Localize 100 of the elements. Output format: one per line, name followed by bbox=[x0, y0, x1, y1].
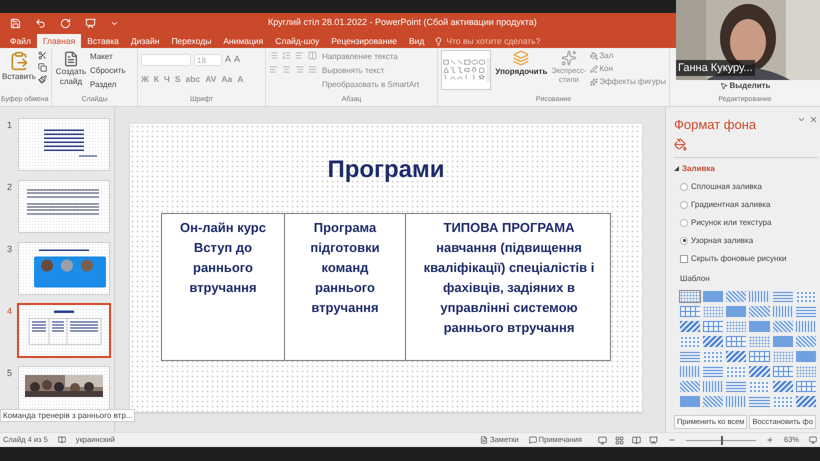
pattern-swatch[interactable] bbox=[772, 380, 793, 392]
slide-thumbnail[interactable] bbox=[19, 119, 109, 170]
radio-button[interactable] bbox=[680, 236, 688, 244]
pattern-swatch[interactable] bbox=[749, 290, 770, 302]
checkbox[interactable] bbox=[680, 254, 688, 262]
font-size-step-button[interactable]: A bbox=[225, 53, 232, 66]
pattern-swatch[interactable] bbox=[772, 290, 793, 302]
format-button[interactable]: Aa bbox=[221, 72, 232, 86]
format-button[interactable]: abc bbox=[186, 72, 200, 86]
paint-bucket-icon[interactable] bbox=[674, 138, 687, 150]
pattern-swatch[interactable] bbox=[796, 336, 816, 346]
pattern-swatch[interactable] bbox=[772, 366, 793, 376]
pattern-swatch[interactable] bbox=[703, 306, 724, 316]
copy-icon[interactable] bbox=[38, 63, 47, 72]
pattern-swatch[interactable] bbox=[726, 290, 746, 302]
slide-thumbnail[interactable] bbox=[19, 305, 109, 356]
pattern-swatch[interactable] bbox=[796, 306, 816, 316]
pattern-swatch[interactable] bbox=[796, 320, 816, 332]
pattern-swatch[interactable] bbox=[726, 366, 746, 376]
font-size-step-button[interactable]: A bbox=[234, 53, 240, 66]
section-button[interactable]: Раздел bbox=[90, 79, 126, 91]
pattern-swatch[interactable] bbox=[772, 306, 793, 316]
pattern-swatch[interactable] bbox=[703, 366, 724, 376]
format-button[interactable]: S bbox=[174, 72, 181, 86]
tell-me-field[interactable]: Что вы хотите сделать? bbox=[446, 34, 556, 48]
cut-icon[interactable] bbox=[38, 51, 47, 60]
align-left-icon[interactable] bbox=[269, 65, 278, 74]
shape-command[interactable]: Кон bbox=[590, 63, 666, 74]
select-button[interactable]: Выделить bbox=[720, 80, 770, 92]
pattern-swatch[interactable] bbox=[749, 350, 770, 362]
layout-button[interactable]: Макет bbox=[90, 51, 126, 63]
format-button[interactable]: A bbox=[237, 72, 244, 86]
collapse-icon[interactable] bbox=[674, 166, 679, 171]
pattern-swatch[interactable] bbox=[772, 350, 793, 362]
ribbon-tab[interactable]: Слайд-шоу bbox=[269, 34, 326, 48]
align-center-icon[interactable] bbox=[282, 65, 291, 74]
new-slide-button[interactable]: Создать слайд bbox=[55, 51, 87, 87]
indent-icon[interactable] bbox=[295, 51, 304, 60]
ribbon-tab[interactable]: Вставка bbox=[81, 34, 125, 48]
pattern-swatch[interactable] bbox=[749, 366, 770, 376]
section-header[interactable]: Заливка bbox=[682, 162, 715, 174]
pattern-swatch[interactable] bbox=[703, 396, 724, 406]
format-button[interactable]: AV bbox=[205, 72, 216, 86]
format-button[interactable]: Ч bbox=[164, 72, 170, 86]
justify-icon[interactable] bbox=[308, 65, 317, 74]
pattern-swatch[interactable] bbox=[703, 290, 724, 302]
columns-icon[interactable] bbox=[308, 51, 317, 60]
arrange-button[interactable]: Упорядочить bbox=[495, 50, 548, 94]
pattern-swatch[interactable] bbox=[703, 350, 724, 362]
save-icon[interactable] bbox=[10, 18, 21, 28]
pattern-swatch[interactable] bbox=[680, 396, 700, 406]
slide-thumbnail[interactable] bbox=[19, 181, 109, 232]
pattern-swatch[interactable] bbox=[726, 320, 746, 332]
pattern-swatch[interactable] bbox=[749, 396, 770, 406]
ribbon-tab[interactable]: Главная bbox=[36, 34, 82, 48]
reset-button[interactable]: Сбросить bbox=[90, 65, 126, 77]
numbering-icon[interactable] bbox=[282, 51, 291, 60]
pattern-swatch[interactable] bbox=[749, 336, 770, 346]
undo-icon[interactable] bbox=[35, 18, 46, 28]
radio-button[interactable] bbox=[680, 218, 688, 226]
font-size-field[interactable]: 18 bbox=[194, 54, 222, 66]
pattern-swatch[interactable] bbox=[680, 336, 700, 346]
pattern-swatch[interactable] bbox=[680, 290, 700, 302]
paste-button[interactable]: Вставить bbox=[2, 51, 36, 83]
reading-view-icon[interactable] bbox=[632, 436, 641, 444]
ribbon-tab[interactable]: Рецензирование bbox=[325, 34, 403, 48]
pattern-swatch[interactable] bbox=[772, 396, 793, 406]
pattern-swatch[interactable] bbox=[796, 290, 816, 302]
pattern-swatch[interactable] bbox=[796, 350, 816, 362]
pattern-swatch[interactable] bbox=[680, 350, 700, 362]
slideshow-icon[interactable] bbox=[85, 18, 96, 28]
paragraph-command[interactable]: Преобразовать в SmartArt bbox=[322, 79, 420, 91]
paragraph-command[interactable]: Направление текста bbox=[322, 51, 420, 63]
format-button[interactable]: К bbox=[154, 72, 159, 86]
bullets-icon[interactable] bbox=[269, 51, 278, 60]
ribbon-tab[interactable]: Файл bbox=[4, 34, 37, 48]
pattern-swatch[interactable] bbox=[726, 380, 746, 392]
pattern-swatch[interactable] bbox=[772, 320, 793, 332]
zoom-slider-thumb[interactable] bbox=[720, 436, 723, 444]
ribbon-tab[interactable]: Переходы bbox=[165, 34, 218, 48]
fit-slide-icon[interactable] bbox=[809, 436, 817, 444]
ribbon-tab[interactable]: Анимация bbox=[217, 34, 270, 48]
pattern-swatch[interactable] bbox=[726, 396, 746, 406]
radio-button[interactable] bbox=[680, 200, 688, 208]
normal-view-icon[interactable] bbox=[598, 436, 607, 444]
pattern-swatch[interactable] bbox=[772, 336, 793, 346]
pattern-swatch[interactable] bbox=[796, 380, 816, 392]
paragraph-command[interactable]: Выровнять текст bbox=[322, 65, 420, 77]
ribbon-tab[interactable]: Вид bbox=[402, 34, 430, 48]
pattern-swatch[interactable] bbox=[749, 320, 770, 332]
pattern-swatch[interactable] bbox=[703, 320, 724, 332]
align-right-icon[interactable] bbox=[295, 65, 304, 74]
slide-thumbnail[interactable] bbox=[19, 243, 109, 294]
pattern-swatch[interactable] bbox=[680, 320, 700, 332]
shape-command[interactable]: Зал bbox=[590, 50, 666, 61]
sorter-view-icon[interactable] bbox=[614, 436, 624, 444]
radio-button[interactable] bbox=[680, 182, 688, 190]
pattern-swatch[interactable] bbox=[680, 380, 700, 392]
font-name-field[interactable] bbox=[141, 54, 191, 66]
close-icon[interactable] bbox=[809, 115, 818, 124]
